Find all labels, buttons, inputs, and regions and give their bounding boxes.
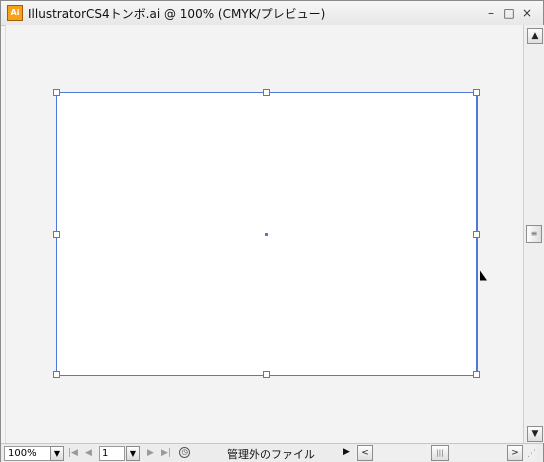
last-artboard-icon[interactable]: ▶| <box>161 447 171 459</box>
zoom-dropdown-button[interactable]: ▼ <box>50 446 64 461</box>
scroll-down-button[interactable]: ▼ <box>527 426 543 442</box>
next-artboard-icon[interactable]: ▶ <box>147 447 154 459</box>
horizontal-scrollbar[interactable]: < ||| > ⋰ <box>355 445 537 461</box>
selection-handle-left[interactable] <box>53 231 60 238</box>
document-window: Ai IllustratorCS4トンボ.ai @ 100% (CMYK/プレビ… <box>0 0 544 462</box>
vertical-scrollbar[interactable]: ▲ ≡ ▼ <box>523 25 544 443</box>
resize-grip-icon[interactable]: ⋰ <box>527 449 536 459</box>
artboard-number-field[interactable]: 1 <box>99 446 125 461</box>
first-artboard-icon[interactable]: |◀ <box>68 447 78 459</box>
status-clock-icon: ◷ <box>179 447 190 458</box>
selection-handle-top-right[interactable] <box>473 89 480 96</box>
selection-handle-bottom[interactable] <box>263 371 270 378</box>
mouse-cursor-icon <box>480 270 487 286</box>
maximize-button[interactable]: □ <box>501 5 517 21</box>
status-text[interactable]: 管理外のファイル <box>227 446 315 462</box>
horizontal-scroll-thumb[interactable]: ||| <box>431 445 449 461</box>
close-button[interactable]: × <box>519 5 535 21</box>
artboard-dropdown-button[interactable]: ▼ <box>126 446 140 461</box>
selection-handle-top-left[interactable] <box>53 89 60 96</box>
previous-artboard-icon[interactable]: ◀ <box>85 447 92 459</box>
status-menu-arrow-icon[interactable]: ▶ <box>343 447 350 457</box>
illustrator-app-icon: Ai <box>7 5 23 21</box>
selection-handle-right[interactable] <box>473 231 480 238</box>
window-title: IllustratorCS4トンボ.ai @ 100% (CMYK/プレビュー) <box>28 7 326 21</box>
minimize-button[interactable]: – <box>483 5 499 21</box>
selection-handle-bottom-left[interactable] <box>53 371 60 378</box>
selection-center-point <box>265 233 268 236</box>
selection-handle-top[interactable] <box>263 89 270 96</box>
zoom-level-field[interactable]: 100% <box>4 446 53 461</box>
canvas-area[interactable] <box>5 25 524 443</box>
selection-handle-bottom-right[interactable] <box>473 371 480 378</box>
title-bar[interactable]: Ai IllustratorCS4トンボ.ai @ 100% (CMYK/プレビ… <box>1 1 543 26</box>
scroll-left-button[interactable]: < <box>357 445 373 461</box>
status-bar: 100% ▼ |◀ ◀ 1 ▼ ▶ ▶| ◷ 管理外のファイル ▶ < ||| … <box>1 443 543 462</box>
vertical-scroll-thumb[interactable]: ≡ <box>526 225 542 243</box>
scroll-right-button[interactable]: > <box>507 445 523 461</box>
scroll-up-button[interactable]: ▲ <box>527 28 543 44</box>
